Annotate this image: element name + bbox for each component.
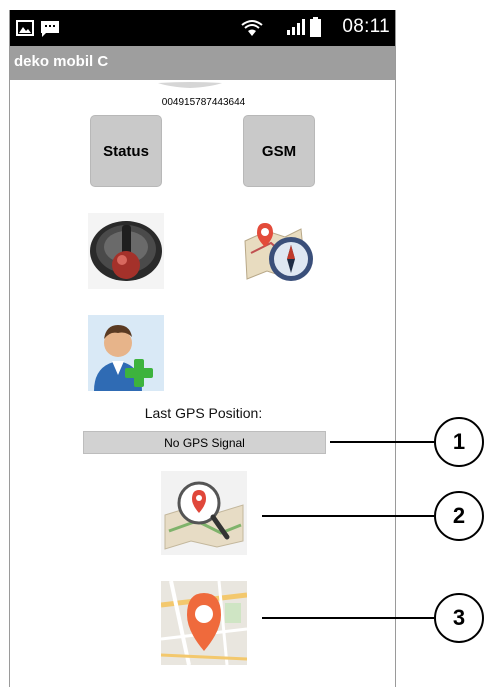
map-compass-icon xyxy=(241,213,317,289)
callout-line-2 xyxy=(262,515,434,517)
find-position-button[interactable] xyxy=(161,471,247,555)
logo-fragment xyxy=(158,82,222,88)
callout-3: 3 xyxy=(434,593,484,643)
add-user-button[interactable] xyxy=(88,315,164,391)
message-icon xyxy=(40,20,60,43)
callout-2: 2 xyxy=(434,491,484,541)
phone-screen: 08:11 deko mobil C 004915787443644 Statu… xyxy=(9,10,396,687)
add-user-icon xyxy=(88,315,164,391)
joystick-icon xyxy=(88,213,164,289)
battery-icon xyxy=(310,17,321,42)
device-number: 004915787443644 xyxy=(161,97,246,108)
show-map-button[interactable] xyxy=(160,580,248,666)
gps-label: Last GPS Position: xyxy=(144,405,263,421)
app-title: deko mobil C xyxy=(14,53,109,70)
callout-line-3 xyxy=(262,617,434,619)
status-button[interactable]: Status xyxy=(90,115,162,187)
app-title-bar: deko mobil C xyxy=(10,46,395,80)
wifi-icon xyxy=(240,19,264,42)
gsm-button[interactable]: GSM xyxy=(243,115,315,187)
signal-icon xyxy=(286,18,306,41)
status-bar: 08:11 xyxy=(10,10,395,46)
search-location-icon xyxy=(161,471,247,555)
navigation-button[interactable] xyxy=(241,213,317,289)
callout-1: 1 xyxy=(434,417,484,467)
joystick-button[interactable] xyxy=(88,213,164,289)
map-pin-icon xyxy=(160,580,248,666)
gps-status-field: No GPS Signal xyxy=(83,431,326,454)
clock-time: 08:11 xyxy=(342,16,390,37)
image-icon xyxy=(16,20,34,41)
callout-line-1 xyxy=(330,441,434,443)
